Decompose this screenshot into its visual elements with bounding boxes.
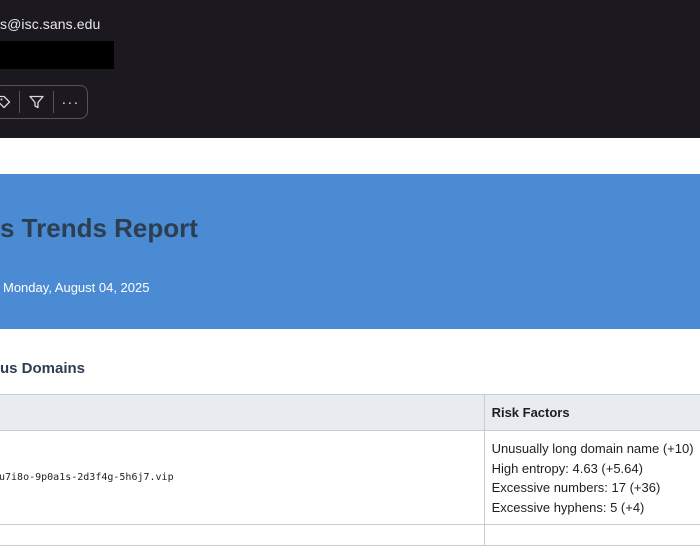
more-options-button[interactable]: ··· bbox=[54, 86, 87, 118]
domains-table: Risk Factors u7i8o-9p0a1s-2d3f4g-5h6j7.v… bbox=[0, 394, 700, 546]
risk-factor-item: High entropy: 4.63 (+5.64) bbox=[491, 460, 643, 476]
column-header-risk-factors: Risk Factors bbox=[483, 394, 700, 431]
risk-factors-cell bbox=[483, 524, 700, 546]
tag-icon bbox=[0, 95, 11, 109]
section-heading: us Domains bbox=[0, 360, 86, 377]
risk-factors-cell: Unusually long domain name (+10) High en… bbox=[483, 430, 700, 525]
report-banner bbox=[0, 174, 700, 329]
risk-factor-item: Excessive numbers: 17 (+36) bbox=[491, 480, 661, 495]
table-row: u7i8o-9p0a1s-2d3f4g-5h6j7.vip Unusually … bbox=[0, 430, 700, 525]
risk-factor-item: Unusually long domain name (+10) bbox=[491, 441, 694, 456]
filter-icon bbox=[29, 95, 44, 109]
table-row bbox=[0, 524, 700, 546]
risk-factor-item: Excessive hyphens: 5 (+4) bbox=[491, 499, 645, 515]
filter-button[interactable] bbox=[20, 86, 52, 118]
content-spacer bbox=[0, 138, 700, 174]
tag-button[interactable] bbox=[0, 86, 19, 118]
column-header-domain bbox=[0, 394, 485, 431]
domain-cell bbox=[0, 524, 485, 546]
sender-email[interactable]: s@isc.sans.edu bbox=[0, 16, 100, 32]
redacted-sender-name bbox=[0, 41, 114, 69]
email-header: s@isc.sans.edu ··· bbox=[0, 0, 700, 138]
report-title: s Trends Report bbox=[0, 213, 198, 243]
domain-cell: u7i8o-9p0a1s-2d3f4g-5h6j7.vip bbox=[0, 430, 485, 525]
message-toolbar: ··· bbox=[0, 85, 88, 119]
table-header-row: Risk Factors bbox=[0, 394, 700, 431]
report-date: Monday, August 04, 2025 bbox=[3, 280, 150, 295]
